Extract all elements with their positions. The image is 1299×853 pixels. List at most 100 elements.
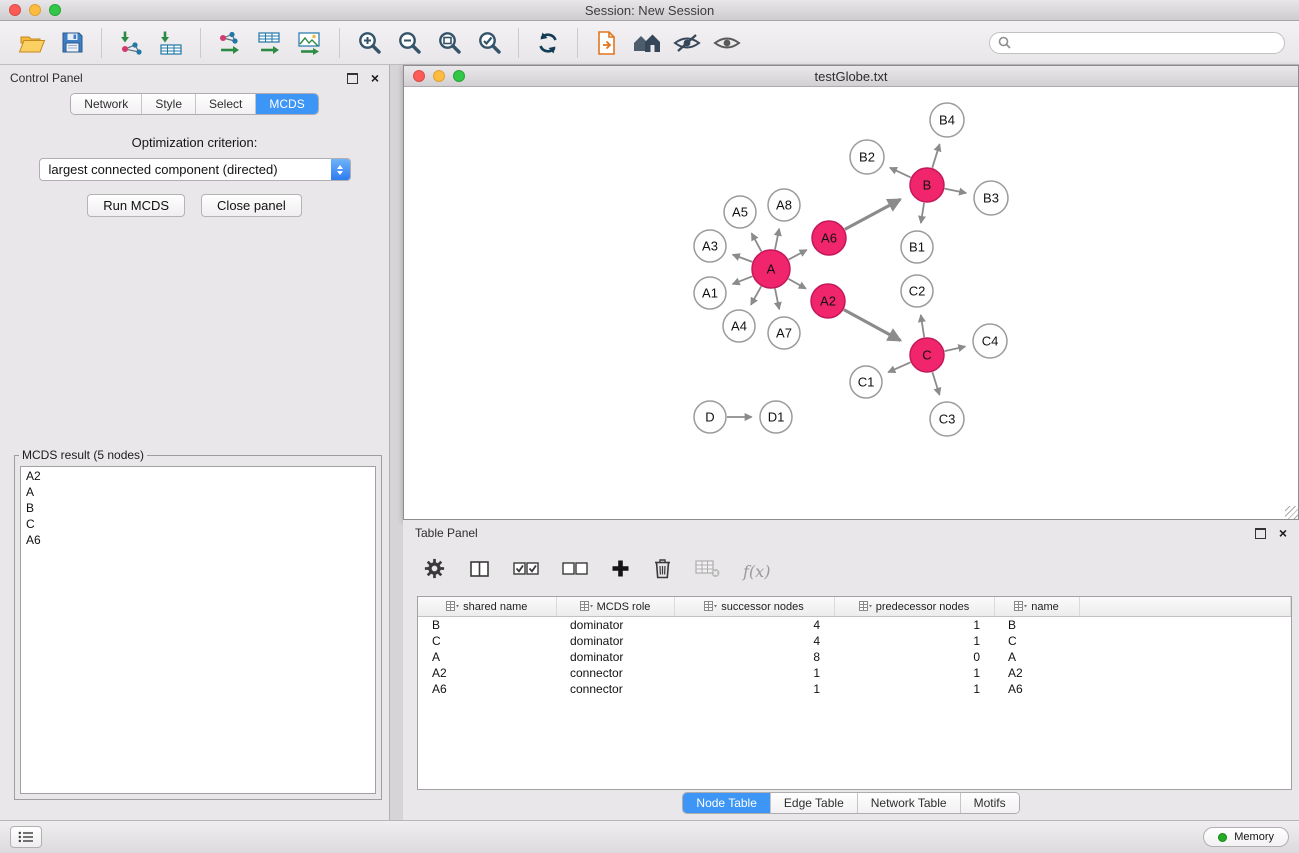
- table-row[interactable]: Cdominator41C: [418, 633, 1291, 649]
- column-header-predecessor-nodes[interactable]: predecessor nodes: [834, 597, 994, 617]
- graph-edge-B-B1[interactable]: [921, 203, 924, 223]
- graph-edge-A2-C[interactable]: [844, 310, 901, 341]
- graph-node-B2[interactable]: B2: [850, 140, 884, 174]
- graph-node-A8[interactable]: A8: [768, 189, 800, 221]
- graph-node-A5[interactable]: A5: [724, 196, 756, 228]
- graph-edge-B-B4[interactable]: [932, 144, 939, 168]
- table-cell[interactable]: 1: [834, 633, 994, 649]
- table-cell[interactable]: dominator: [556, 633, 674, 649]
- column-header-name[interactable]: name: [994, 597, 1079, 617]
- graph-node-A7[interactable]: A7: [768, 317, 800, 349]
- export-image-icon[interactable]: [293, 26, 327, 60]
- deselect-all-icon[interactable]: [562, 561, 588, 581]
- graph-edge-C-C1[interactable]: [888, 362, 910, 372]
- close-panel-button[interactable]: Close panel: [201, 194, 302, 217]
- table-row[interactable]: A2connector11A2: [418, 665, 1291, 681]
- tab-select[interactable]: Select: [196, 94, 256, 114]
- table-row[interactable]: Bdominator41B: [418, 617, 1291, 634]
- tab-mcds[interactable]: MCDS: [256, 94, 317, 114]
- add-row-icon[interactable]: [611, 559, 630, 583]
- table-cell[interactable]: connector: [556, 681, 674, 697]
- mcds-result-item[interactable]: C: [26, 516, 370, 532]
- table-cell[interactable]: 0: [834, 649, 994, 665]
- import-table-icon[interactable]: [154, 26, 188, 60]
- graph-node-C1[interactable]: C1: [850, 366, 882, 398]
- graph-edge-A-A7[interactable]: [775, 289, 779, 310]
- show-graphics-details-icon[interactable]: [710, 26, 744, 60]
- network-window-titlebar[interactable]: testGlobe.txt: [404, 66, 1298, 87]
- graph-edge-A-A8[interactable]: [775, 229, 779, 250]
- graph-node-A3[interactable]: A3: [694, 230, 726, 262]
- graph-node-C3[interactable]: C3: [930, 402, 964, 436]
- graph-node-A1[interactable]: A1: [694, 277, 726, 309]
- zoom-fit-icon[interactable]: [432, 26, 466, 60]
- table-row[interactable]: A6connector11A6: [418, 681, 1291, 697]
- table-cell[interactable]: A2: [994, 665, 1079, 681]
- graph-edge-A-A5[interactable]: [752, 233, 762, 251]
- graph-node-A6[interactable]: A6: [812, 221, 846, 255]
- delete-rows-icon[interactable]: [653, 558, 672, 584]
- mcds-result-item[interactable]: B: [26, 500, 370, 516]
- close-panel-icon[interactable]: ×: [371, 71, 379, 85]
- export-network-icon[interactable]: [213, 26, 247, 60]
- graph-node-C2[interactable]: C2: [901, 275, 933, 307]
- save-session-icon[interactable]: [55, 26, 89, 60]
- column-header-shared-name[interactable]: shared name: [418, 597, 556, 617]
- table-cell[interactable]: B: [418, 617, 556, 634]
- mcds-result-item[interactable]: A6: [26, 532, 370, 548]
- memory-button[interactable]: Memory: [1203, 827, 1289, 847]
- table-cell[interactable]: 1: [834, 617, 994, 634]
- graph-edge-A6-B[interactable]: [845, 199, 901, 229]
- table-cell[interactable]: C: [994, 633, 1079, 649]
- network-canvas[interactable]: B4B2BB3A5A8A6B1A3AA1A2C2A4A7C4CC1C3DD1: [404, 87, 1298, 519]
- float-panel-icon[interactable]: [347, 73, 358, 84]
- graph-edge-A-A3[interactable]: [733, 255, 753, 262]
- graph-edge-C-C3[interactable]: [932, 372, 939, 395]
- graph-edge-A-A2[interactable]: [788, 279, 806, 289]
- table-cell[interactable]: 1: [834, 681, 994, 697]
- tab-network[interactable]: Network: [71, 94, 142, 114]
- tab-motifs[interactable]: Motifs: [961, 793, 1019, 813]
- graph-node-D1[interactable]: D1: [760, 401, 792, 433]
- graph-node-B3[interactable]: B3: [974, 181, 1008, 215]
- home-icon[interactable]: [630, 26, 664, 60]
- graph-node-B4[interactable]: B4: [930, 103, 964, 137]
- app-titlebar[interactable]: Session: New Session: [0, 0, 1299, 21]
- table-cell[interactable]: 4: [674, 617, 834, 634]
- zoom-selected-icon[interactable]: [472, 26, 506, 60]
- search-input[interactable]: [989, 32, 1285, 54]
- graph-node-C4[interactable]: C4: [973, 324, 1007, 358]
- table-cell[interactable]: A6: [994, 681, 1079, 697]
- table-cell[interactable]: B: [994, 617, 1079, 634]
- tab-network-table[interactable]: Network Table: [858, 793, 961, 813]
- table-cell[interactable]: 1: [834, 665, 994, 681]
- graph-node-C[interactable]: C: [910, 338, 944, 372]
- graph-node-A[interactable]: A: [752, 250, 790, 288]
- graph-edge-B-B3[interactable]: [945, 189, 967, 193]
- column-header-successor-nodes[interactable]: successor nodes: [674, 597, 834, 617]
- table-cell[interactable]: 1: [674, 665, 834, 681]
- table-cell[interactable]: C: [418, 633, 556, 649]
- close-table-panel-icon[interactable]: ×: [1279, 526, 1287, 540]
- column-header-MCDS-role[interactable]: MCDS role: [556, 597, 674, 617]
- mcds-result-item[interactable]: A: [26, 484, 370, 500]
- table-cell[interactable]: A: [994, 649, 1079, 665]
- graph-node-A2[interactable]: A2: [811, 284, 845, 318]
- graph-node-A4[interactable]: A4: [723, 310, 755, 342]
- tab-style[interactable]: Style: [142, 94, 196, 114]
- table-cell[interactable]: dominator: [556, 617, 674, 634]
- criterion-dropdown[interactable]: largest connected component (directed): [39, 158, 351, 181]
- table-cell[interactable]: A6: [418, 681, 556, 697]
- table-cell[interactable]: dominator: [556, 649, 674, 665]
- graph-edge-A-A1[interactable]: [733, 276, 753, 284]
- task-history-button[interactable]: [10, 826, 42, 848]
- table-settings-icon[interactable]: [423, 557, 446, 585]
- table-row[interactable]: Adominator80A: [418, 649, 1291, 665]
- graph-edge-C-C2[interactable]: [921, 315, 924, 337]
- graph-node-B1[interactable]: B1: [901, 231, 933, 263]
- run-mcds-button[interactable]: Run MCDS: [87, 194, 185, 217]
- graph-node-B[interactable]: B: [910, 168, 944, 202]
- export-table-icon[interactable]: [253, 26, 287, 60]
- table-cell[interactable]: connector: [556, 665, 674, 681]
- graph-edge-A-A6[interactable]: [789, 250, 807, 260]
